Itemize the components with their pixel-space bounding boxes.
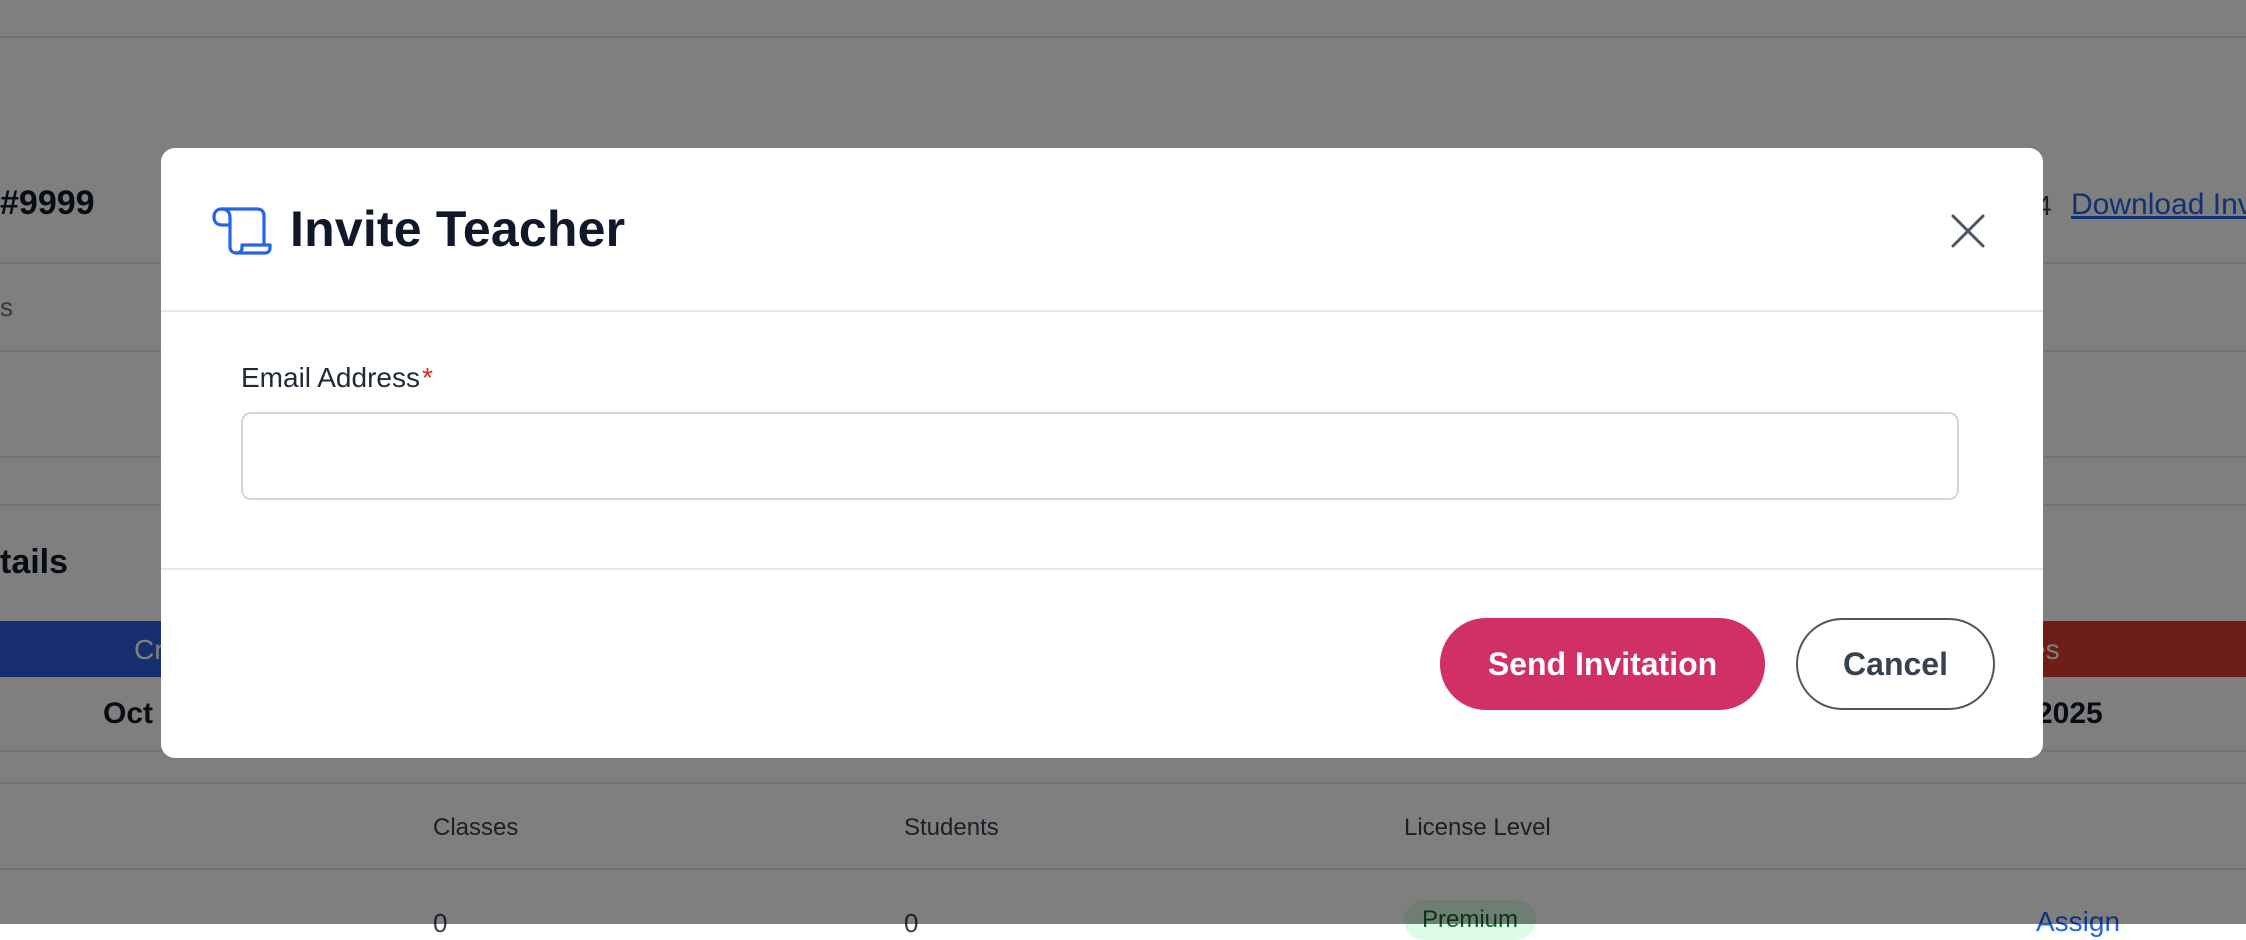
email-label-text: Email Address	[241, 362, 420, 393]
footer-divider	[161, 568, 2043, 570]
required-marker: *	[421, 362, 433, 393]
email-field[interactable]	[241, 412, 1959, 500]
email-label: Email Address*	[241, 362, 433, 394]
send-invitation-button[interactable]: Send Invitation	[1440, 618, 1765, 710]
cancel-button[interactable]: Cancel	[1796, 618, 1995, 710]
dialog-header: Invite Teacher	[161, 148, 2043, 312]
scroll-icon	[212, 207, 272, 255]
close-icon[interactable]	[1947, 210, 1989, 252]
dialog-title: Invite Teacher	[290, 201, 626, 257]
invite-teacher-dialog: Invite Teacher Email Address* Send Invit…	[161, 148, 2043, 758]
